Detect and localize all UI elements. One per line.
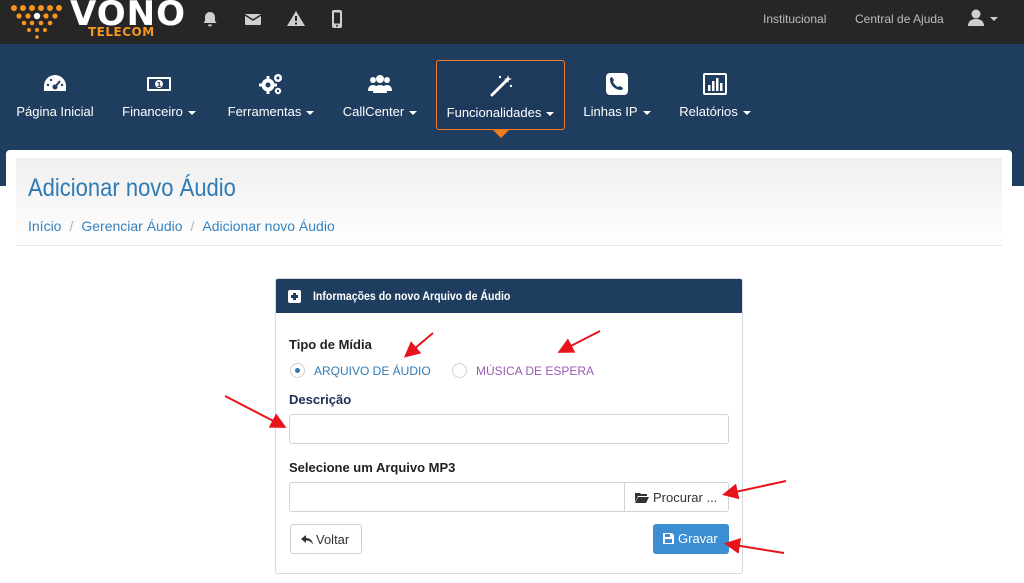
bar-chart-icon: [703, 73, 727, 95]
logo-dots-icon: [11, 5, 62, 39]
nav-callcenter[interactable]: CallCenter: [336, 60, 424, 130]
dashboard-icon: [44, 75, 66, 91]
plus-square-icon: [288, 290, 301, 303]
back-button[interactable]: Voltar: [290, 524, 362, 554]
nav-ferramentas[interactable]: Ferramentas: [222, 60, 320, 130]
user-menu[interactable]: [968, 8, 1002, 30]
audio-form-card: Informações do novo Arquivo de Áudio Tip…: [275, 278, 743, 574]
nav-label: Página Inicial: [16, 104, 94, 119]
description-input[interactable]: [289, 414, 729, 444]
breadcrumb: Início / Gerenciar Áudio / Adicionar novo Áu…: [28, 218, 335, 234]
vono-logo[interactable]: VONO TELECOM: [8, 0, 188, 44]
nav-label: Linhas IP: [576, 104, 658, 119]
nav-financeiro[interactable]: 1 Financeiro: [114, 60, 204, 130]
radio-arquivo-audio-label[interactable]: ARQUIVO DE ÁUDIO: [314, 364, 431, 378]
nav-label: Ferramentas: [222, 104, 320, 119]
top-bar: VONO TELECOM Institucional Central de Aj…: [0, 0, 1024, 44]
card-title: Informações do novo Arquivo de Áudio: [313, 289, 511, 303]
user-icon: [968, 9, 998, 26]
description-label: Descrição: [289, 392, 352, 407]
central-ajuda-link[interactable]: Central de Ajuda: [855, 12, 944, 26]
nav-label: Funcionalidades: [437, 105, 564, 120]
nav-relatorios[interactable]: Relatórios: [672, 60, 758, 130]
page-title: Adicionar novo Áudio: [28, 174, 236, 202]
back-label: Voltar: [316, 532, 350, 547]
active-nav-indicator: [493, 130, 509, 138]
floppy-disk-icon: [663, 533, 674, 544]
page-header: Adicionar novo Áudio Início / Gerenciar Áu…: [16, 158, 1002, 246]
save-label: Gravar: [678, 531, 718, 546]
nav-label: CallCenter: [336, 104, 424, 119]
nav-funcionalidades[interactable]: Funcionalidades: [436, 60, 565, 130]
institucional-link[interactable]: Institucional: [763, 12, 826, 26]
radio-musica-espera[interactable]: [452, 363, 467, 378]
file-path-input[interactable]: [289, 482, 625, 512]
breadcrumb-gerenciar-audio[interactable]: Gerenciar Áudio: [81, 218, 182, 234]
users-icon: [368, 75, 392, 93]
cogs-icon: [259, 74, 282, 95]
card-header: Informações do novo Arquivo de Áudio: [276, 279, 742, 313]
envelope-icon[interactable]: [243, 9, 263, 29]
browse-label: Procurar ...: [653, 490, 718, 505]
breadcrumb-inicio[interactable]: Início: [28, 218, 61, 234]
breadcrumb-current: Adicionar novo Áudio: [202, 218, 335, 234]
folder-open-icon: [635, 493, 649, 503]
phone-icon: [606, 73, 628, 95]
money-icon: 1: [147, 77, 171, 91]
browse-button[interactable]: Procurar ...: [624, 482, 729, 512]
nav-label: Relatórios: [672, 104, 758, 119]
reply-icon: [301, 535, 313, 545]
save-button[interactable]: Gravar: [653, 524, 729, 554]
svg-text:1: 1: [157, 81, 162, 89]
radio-musica-espera-label[interactable]: MÚSICA DE ESPERA: [476, 364, 594, 378]
warning-icon[interactable]: [286, 9, 306, 29]
magic-wand-icon: [490, 75, 512, 97]
media-type-label: Tipo de Mídia: [289, 337, 372, 352]
nav-label: Financeiro: [114, 104, 204, 119]
nav-linhas-ip[interactable]: Linhas IP: [576, 60, 658, 130]
radio-arquivo-audio[interactable]: [290, 363, 305, 378]
file-label: Selecione um Arquivo MP3: [289, 460, 456, 475]
logo-subtext: TELECOM: [88, 25, 155, 39]
bell-icon[interactable]: [200, 9, 220, 29]
nav-pagina-inicial[interactable]: Página Inicial: [10, 60, 100, 130]
mobile-icon[interactable]: [327, 9, 347, 29]
